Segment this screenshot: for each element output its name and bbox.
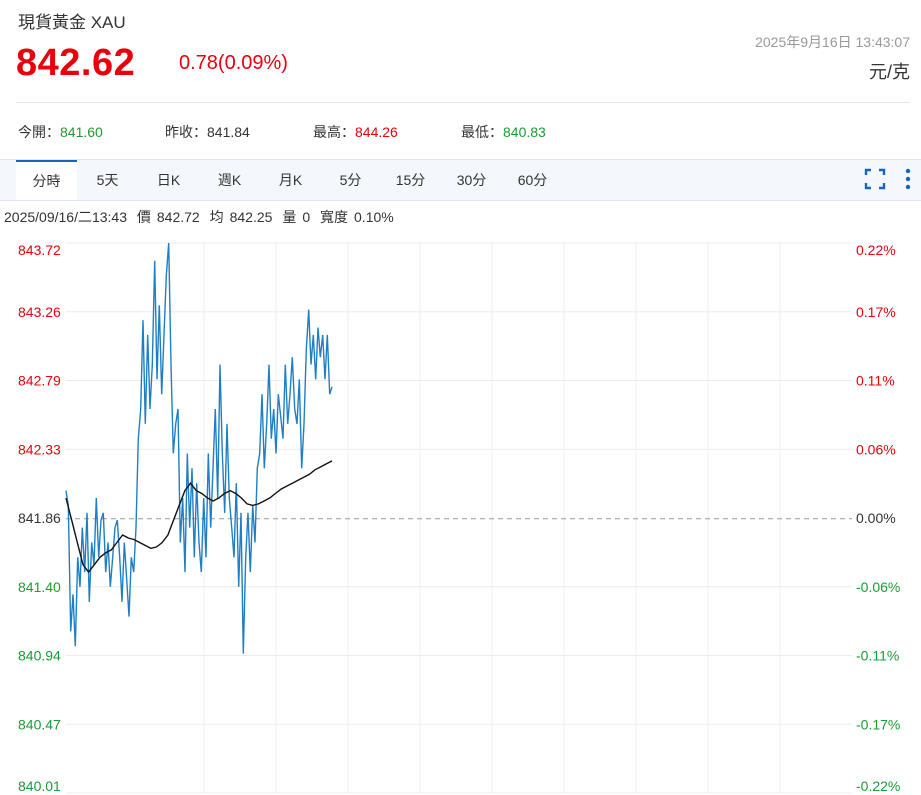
y-tick-label-right: 0.11% bbox=[856, 373, 895, 389]
y-tick-label-right: -0.22% bbox=[856, 778, 900, 794]
y-tick-label-left: 840.01 bbox=[18, 778, 61, 794]
intraday-chart[interactable]: 843.72 0.22% 843.26 0.17% 842.79 0.11% 842.33 0… bbox=[0, 0, 921, 795]
y-tick-label-left: 843.72 bbox=[18, 242, 61, 258]
y-tick-label-left: 840.94 bbox=[18, 648, 61, 664]
y-tick-label-left: 840.47 bbox=[18, 716, 61, 732]
y-tick-label-right: -0.11% bbox=[856, 648, 899, 664]
y-tick-label-right: 0.06% bbox=[856, 441, 896, 457]
y-tick-label-right: -0.06% bbox=[856, 579, 900, 595]
y-tick-label-left: 843.26 bbox=[18, 304, 61, 320]
y-tick-label-left: 842.79 bbox=[18, 373, 61, 389]
y-tick-label-right: 0.00% bbox=[856, 510, 896, 526]
y-tick-label-left: 841.40 bbox=[18, 579, 61, 595]
y-tick-label-right: 0.17% bbox=[856, 304, 896, 320]
y-tick-label-left: 842.33 bbox=[18, 441, 61, 457]
y-tick-label-right: 0.22% bbox=[856, 242, 896, 258]
y-tick-label-right: -0.17% bbox=[856, 716, 900, 732]
price-series-line bbox=[65, 242, 333, 654]
y-tick-label-left: 841.86 bbox=[18, 510, 61, 526]
average-series-line bbox=[65, 460, 333, 574]
